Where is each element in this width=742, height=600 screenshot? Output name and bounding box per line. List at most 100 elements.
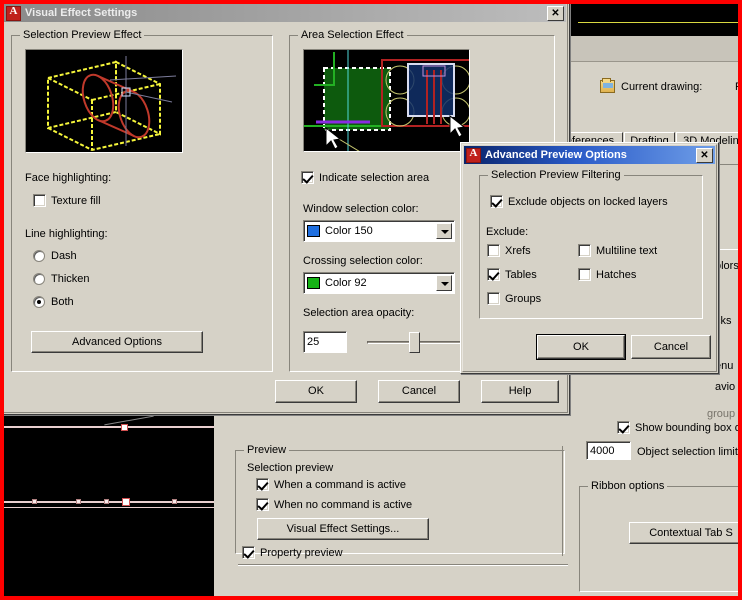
exclude-tables-checkbox[interactable]	[487, 268, 500, 281]
advanced-preview-cancel-button[interactable]: Cancel	[631, 335, 711, 359]
close-icon[interactable]: ✕	[547, 6, 564, 21]
chevron-down-icon-crossing-color[interactable]	[436, 275, 452, 291]
selection-preview-image	[25, 49, 183, 153]
exclude-multiline-text-row[interactable]: Multiline text	[578, 244, 657, 257]
exclude-xrefs-row[interactable]: Xrefs	[487, 244, 531, 257]
advanced-preview-title: Advanced Preview Options	[485, 149, 696, 161]
options-header-strip	[567, 36, 742, 62]
show-bounding-box-row[interactable]: Show bounding box o	[617, 421, 741, 434]
right-group-sliver	[562, 446, 570, 556]
exclude-label: Exclude:	[486, 226, 528, 238]
line-highlight-thicken-label: Thicken	[51, 273, 90, 285]
line-highlight-thicken-radio[interactable]	[33, 273, 45, 285]
fragment-avio: avio	[715, 381, 735, 393]
opacity-slider-thumb[interactable]	[409, 332, 420, 353]
property-preview-label: Property preview	[260, 547, 343, 559]
line-highlight-thicken-row[interactable]: Thicken	[33, 273, 90, 285]
area-selection-effect-label: Area Selection Effect	[298, 29, 407, 41]
visual-effect-ok-button[interactable]: OK	[275, 380, 357, 403]
ribbon-options-group-label: Ribbon options	[588, 480, 667, 492]
current-drawing-value: F	[735, 81, 742, 93]
visual-effect-cancel-button[interactable]: Cancel	[378, 380, 460, 403]
texture-fill-row[interactable]: Texture fill	[33, 194, 101, 207]
window-selection-color-label: Window selection color:	[303, 203, 419, 215]
current-drawing-label: Current drawing:	[621, 81, 702, 93]
visual-effect-help-button[interactable]: Help	[481, 380, 559, 403]
close-icon-advanced[interactable]: ✕	[696, 148, 713, 163]
contextual-tab-states-label: Contextual Tab S	[649, 528, 733, 539]
cad-grip-1[interactable]	[32, 499, 37, 504]
advanced-options-button[interactable]: Advanced Options	[31, 331, 203, 353]
exclude-tables-row[interactable]: Tables	[487, 268, 537, 281]
exclude-locked-layers-row[interactable]: Exclude objects on locked layers	[490, 195, 668, 208]
visual-effect-titlebar[interactable]: Visual Effect Settings ✕	[4, 4, 566, 22]
exclude-hatches-row[interactable]: Hatches	[578, 268, 636, 281]
line-highlight-dash-row[interactable]: Dash	[33, 250, 77, 262]
visual-effect-settings-label: Visual Effect Settings...	[287, 524, 400, 535]
when-command-active-checkbox[interactable]	[256, 478, 269, 491]
when-no-command-active-row[interactable]: When no command is active	[256, 498, 412, 511]
chevron-down-icon-window-color[interactable]	[436, 223, 452, 239]
selection-preview-svg	[26, 50, 183, 153]
exclude-locked-layers-label: Exclude objects on locked layers	[508, 196, 668, 208]
exclude-groups-checkbox[interactable]	[487, 292, 500, 305]
exclude-groups-label: Groups	[505, 293, 541, 305]
line-highlight-both-label: Both	[51, 296, 74, 308]
cad-grip-hot[interactable]	[122, 498, 130, 506]
exclude-multiline-text-label: Multiline text	[596, 245, 657, 257]
selection-area-opacity-value: 25	[307, 336, 319, 348]
line-highlight-both-row[interactable]: Both	[33, 296, 74, 308]
cad-line-diag	[104, 416, 153, 426]
line-highlight-both-radio[interactable]	[33, 296, 45, 308]
selection-preview-label: Selection preview	[247, 462, 333, 474]
window-selection-color-value: Color 150	[325, 225, 373, 237]
cad-grip-top[interactable]	[121, 424, 128, 431]
when-no-command-active-checkbox[interactable]	[256, 498, 269, 511]
autocad-logo-icon	[6, 6, 21, 21]
advanced-preview-cancel-label: Cancel	[654, 342, 688, 353]
selection-area-opacity-label: Selection area opacity:	[303, 307, 414, 319]
visual-effect-ok-label: OK	[308, 386, 324, 397]
cad-grip-4[interactable]	[172, 499, 177, 504]
area-selection-preview-svg	[304, 50, 470, 152]
visual-effect-cancel-label: Cancel	[402, 386, 436, 397]
advanced-preview-options-dialog: Advanced Preview Options ✕ Selection Pre…	[460, 142, 719, 374]
texture-fill-checkbox[interactable]	[33, 194, 46, 207]
exclude-groups-row[interactable]: Groups	[487, 292, 541, 305]
when-no-command-active-label: When no command is active	[274, 499, 412, 511]
options-lower-separator	[238, 564, 568, 566]
selection-area-opacity-input[interactable]: 25	[303, 331, 347, 353]
line-highlight-dash-radio[interactable]	[33, 250, 45, 262]
visual-effect-settings-button[interactable]: Visual Effect Settings...	[257, 518, 429, 540]
property-preview-checkbox[interactable]	[242, 546, 255, 559]
window-selection-color-combo[interactable]: Color 150	[303, 220, 455, 242]
crossing-selection-color-swatch	[307, 277, 320, 289]
fragment-group: group	[707, 408, 735, 420]
cad-yellow-line	[578, 22, 742, 23]
object-selection-limit-input[interactable]: 4000	[586, 441, 631, 460]
crossing-selection-color-combo[interactable]: Color 92	[303, 272, 455, 294]
when-command-active-row[interactable]: When a command is active	[256, 478, 406, 491]
cad-drawing-lower-left[interactable]	[4, 414, 214, 600]
exclude-multiline-text-checkbox[interactable]	[578, 244, 591, 257]
advanced-preview-ok-button[interactable]: OK	[537, 335, 625, 359]
indicate-selection-area-label: Indicate selection area	[319, 172, 429, 184]
cad-grip-2[interactable]	[76, 499, 81, 504]
property-preview-row[interactable]: Property preview	[242, 546, 343, 559]
line-highlighting-label: Line highlighting:	[25, 228, 108, 240]
cad-line-h1	[4, 426, 214, 428]
current-drawing-icon	[600, 80, 615, 93]
exclude-xrefs-checkbox[interactable]	[487, 244, 500, 257]
exclude-locked-layers-checkbox[interactable]	[490, 195, 503, 208]
exclude-xrefs-label: Xrefs	[505, 245, 531, 257]
when-command-active-label: When a command is active	[274, 479, 406, 491]
contextual-tab-states-button[interactable]: Contextual Tab S	[629, 522, 742, 544]
cad-grip-3[interactable]	[104, 499, 109, 504]
show-bounding-box-checkbox[interactable]	[617, 421, 630, 434]
indicate-selection-area-checkbox[interactable]	[301, 171, 314, 184]
indicate-selection-area-row[interactable]: Indicate selection area	[301, 171, 429, 184]
exclude-hatches-checkbox[interactable]	[578, 268, 591, 281]
show-bounding-box-label: Show bounding box o	[635, 422, 741, 434]
advanced-preview-titlebar[interactable]: Advanced Preview Options ✕	[464, 146, 715, 164]
visual-effect-title: Visual Effect Settings	[25, 7, 547, 19]
